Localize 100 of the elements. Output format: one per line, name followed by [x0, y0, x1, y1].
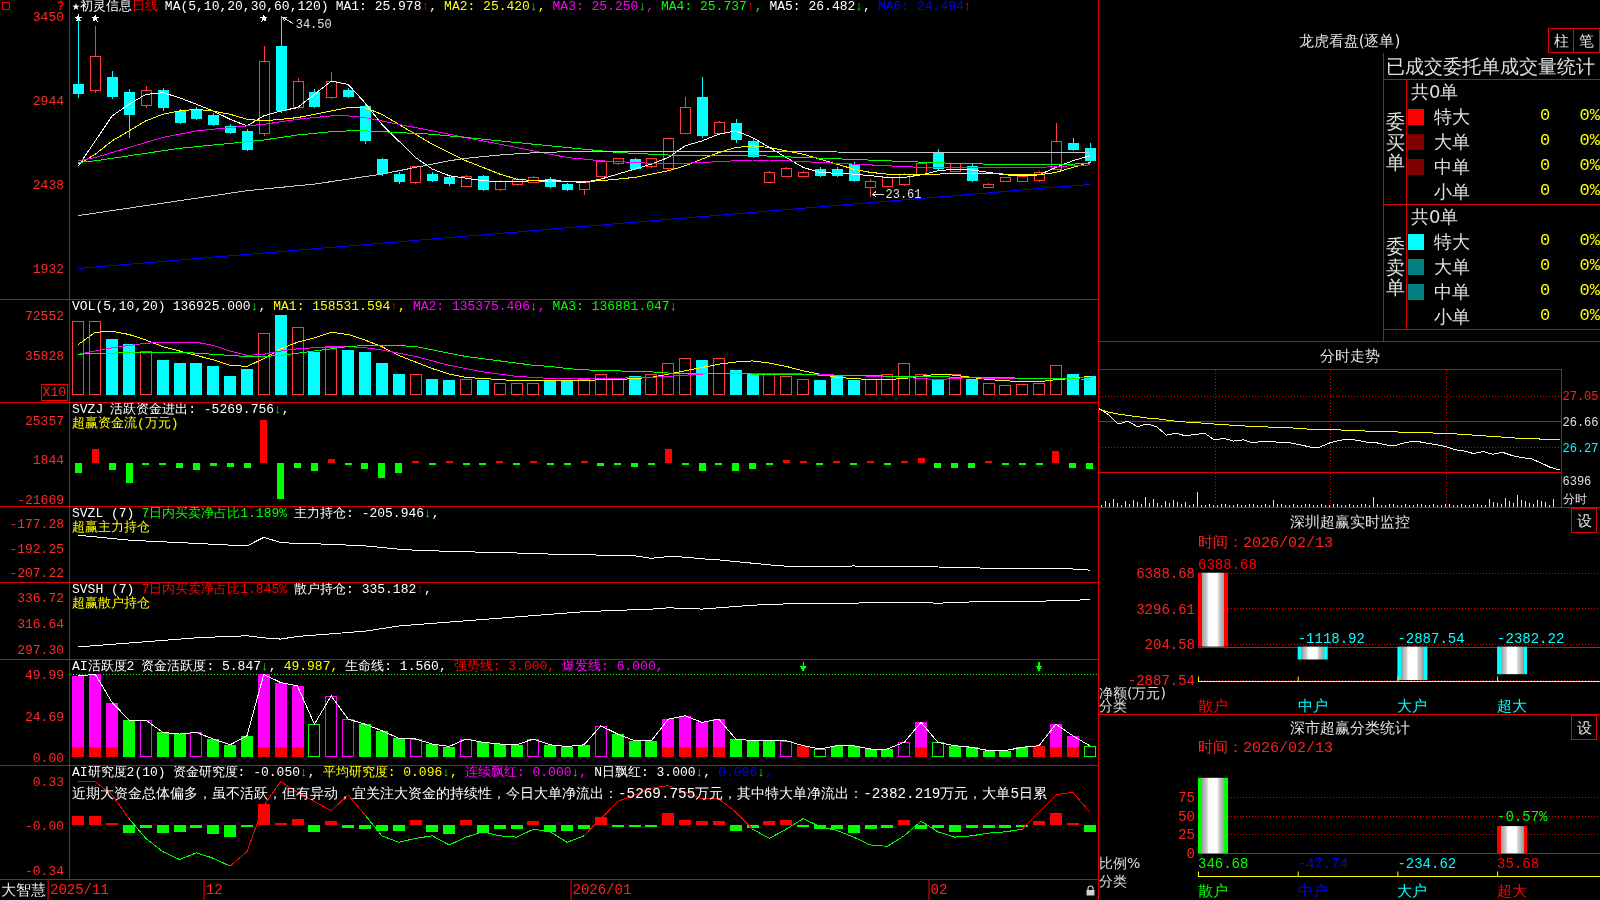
research-bar: [982, 825, 995, 828]
base-segment: [712, 747, 725, 758]
candle: [158, 87, 169, 112]
group-label: 委买单: [1385, 110, 1405, 174]
axis-label: 75: [1178, 789, 1195, 806]
candle: [630, 157, 641, 171]
axis-label: 49.99: [25, 667, 64, 683]
flow-bar: [192, 462, 200, 471]
axis-label: 204.58: [1144, 637, 1195, 654]
view-toggle-button[interactable]: 柱: [1548, 28, 1574, 53]
flow-bar: [445, 460, 453, 463]
flow-bar: [529, 460, 537, 463]
flow-bar: [176, 462, 183, 468]
order-size-label: 小单: [1433, 180, 1470, 203]
axis-label: 6388.68: [1136, 565, 1195, 582]
flow-bar: [900, 460, 908, 463]
research-bar: [948, 825, 961, 832]
category-label: 超大: [1497, 882, 1528, 900]
order-count: 0: [1539, 156, 1551, 177]
flow-bar: [294, 462, 301, 468]
axis-label: 2944: [32, 93, 64, 109]
flow-bar: [968, 462, 976, 468]
flow-bar: [951, 462, 959, 468]
candle: [865, 178, 876, 198]
flow-bar: [614, 462, 622, 465]
base-segment: [1066, 747, 1079, 758]
flow-bar: [850, 462, 858, 466]
flow-bar: [209, 462, 217, 467]
star-icon: [259, 14, 268, 22]
candle: [1051, 122, 1062, 171]
category-label: 散户: [1198, 882, 1228, 900]
research-bar: [1083, 825, 1096, 832]
ratio-label: 35.68: [1497, 856, 1540, 872]
order-size-label: 小单: [1433, 305, 1470, 328]
indicator-text: MA2: 25.420↓,: [444, 0, 546, 14]
axis-label: 24.69: [25, 709, 64, 725]
candle: [916, 162, 927, 176]
settings-button[interactable]: 设: [1571, 715, 1597, 740]
category-label: 超大: [1497, 697, 1528, 714]
flow-bar: [428, 462, 436, 465]
axis-label: 3296.61: [1136, 601, 1195, 618]
candle: [175, 108, 186, 125]
flow-bar: [782, 460, 790, 463]
research-bar: [1049, 813, 1062, 826]
value-label: -2887.54: [1397, 630, 1465, 647]
order-count: 0: [1539, 181, 1551, 202]
order-count: 0: [1539, 231, 1551, 252]
volume-max-label: 6396: [1562, 475, 1592, 489]
candle: [528, 175, 539, 184]
order-count: 0: [1539, 306, 1551, 327]
candle: [343, 87, 354, 99]
indicator-text: MA1: 25.978↑,: [335, 0, 438, 14]
candle: [849, 161, 860, 183]
order-count: 0: [1539, 281, 1551, 302]
candle: [394, 171, 405, 185]
flow-bar: [1035, 462, 1043, 465]
order-total: 共0单: [1411, 81, 1459, 102]
candle: [983, 182, 994, 189]
annotation-label: -0.57%: [1497, 809, 1548, 826]
candle: [950, 162, 961, 173]
base-segment: [257, 747, 270, 758]
indicator-text: SVSH (7): [72, 583, 135, 597]
flow-bar: [327, 459, 335, 463]
candle: [242, 128, 253, 152]
category-label: 大户: [1397, 697, 1428, 714]
settings-button[interactable]: 设: [1571, 508, 1597, 533]
down-arrow-icon: [799, 661, 807, 672]
ratio-label: -234.62: [1397, 856, 1457, 872]
axis-label: 25357: [25, 413, 64, 429]
price-label: 34.50: [295, 18, 332, 33]
indicator-text: SVZJ: [72, 403, 104, 417]
category-label: 大户: [1397, 882, 1428, 900]
indicator-text: 活跃资金进出: -5269.756↓,: [110, 403, 290, 417]
view-toggle-button[interactable]: 笔: [1574, 28, 1600, 53]
research-bar: [999, 825, 1012, 828]
flow-bar: [765, 462, 773, 465]
order-count: 0: [1539, 106, 1551, 127]
candle: [107, 70, 118, 100]
axis-label: 25: [1178, 827, 1195, 844]
axis-label: 3450: [32, 9, 64, 25]
base-segment: [662, 747, 675, 758]
axis-label: 26.66: [1562, 415, 1599, 430]
star-icon: [91, 14, 100, 22]
flow-bar: [816, 462, 824, 465]
flow-bar: [260, 420, 268, 463]
candle: [495, 179, 506, 192]
order-share: 0%: [1579, 156, 1600, 177]
base-segment: [89, 747, 102, 758]
candle: [191, 106, 202, 121]
flow-bar: [867, 460, 874, 463]
down-arrow-icon: [1035, 661, 1043, 672]
candle: [680, 96, 691, 135]
candle: [1068, 137, 1079, 152]
candle: [697, 76, 708, 138]
candle: [596, 160, 607, 178]
flow-bar: [108, 462, 116, 471]
axis-label: 336.72: [17, 591, 64, 607]
indicator-text: 爆发线: 6.000,: [562, 660, 664, 674]
candle: [663, 137, 674, 172]
indicator-text: MA3: 25.250↓,: [552, 0, 654, 14]
